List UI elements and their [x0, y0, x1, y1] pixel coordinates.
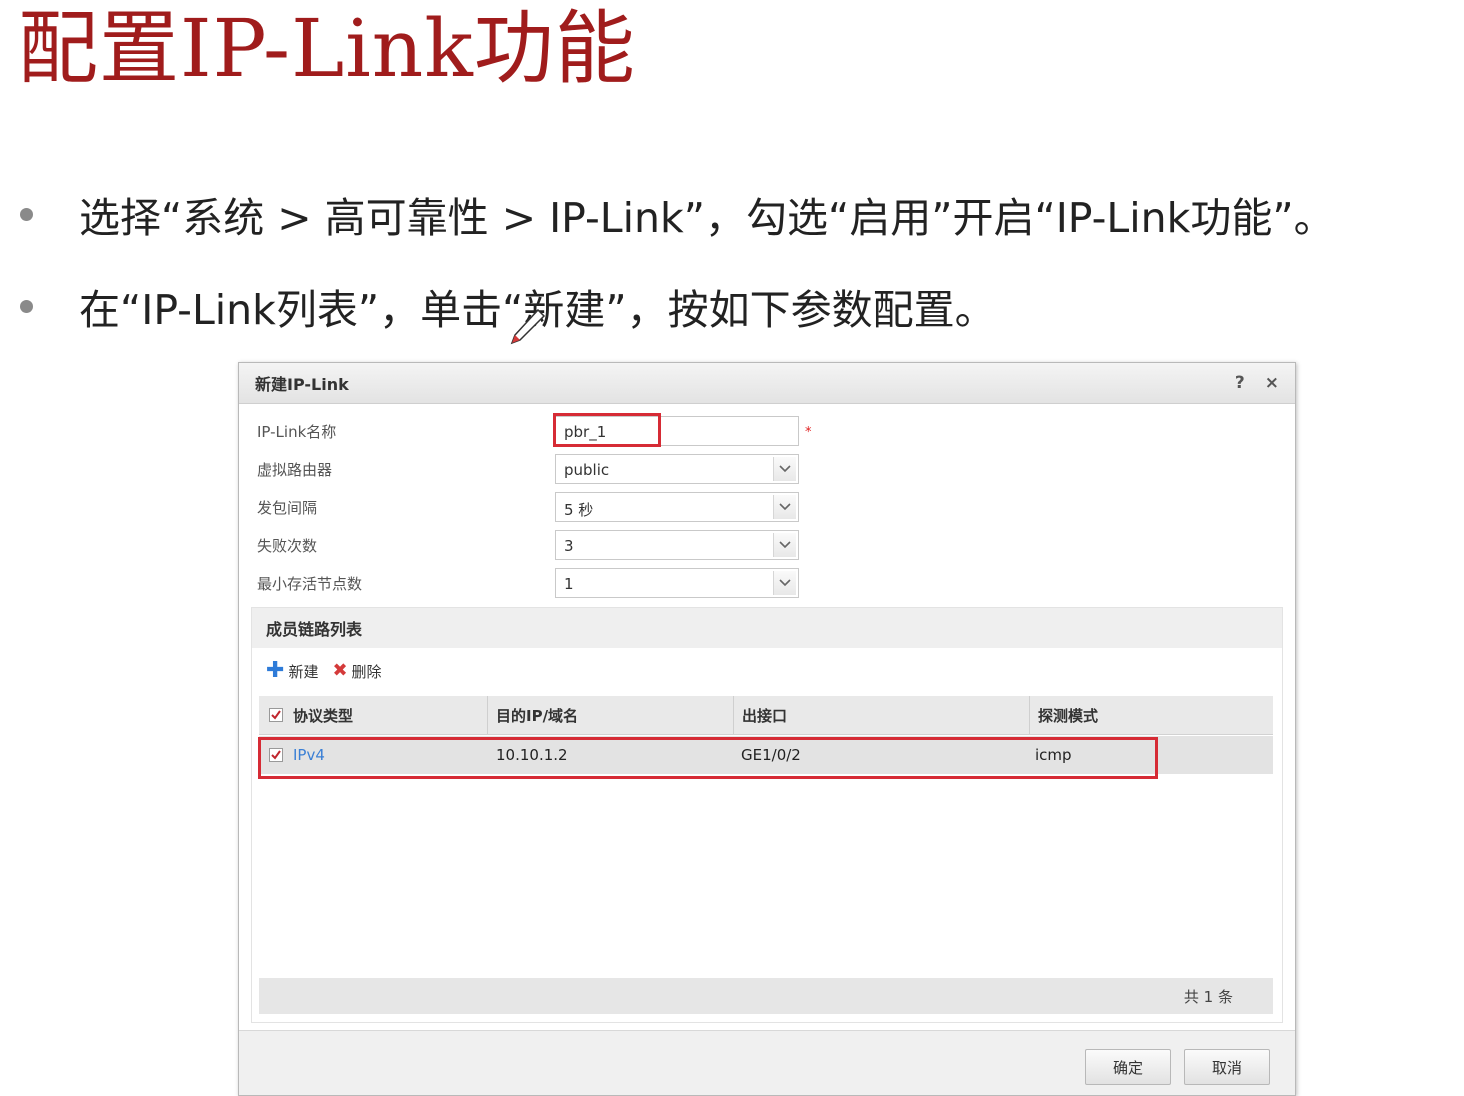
pen-cursor-icon [510, 308, 546, 345]
field-label: 虚拟路由器 [257, 461, 333, 479]
new-ip-link-dialog: 新建IP-Link ? × IP-Link名称 pbr_1 * 虚拟路由器 pu… [238, 362, 1296, 1096]
field-row-vrouter: 虚拟路由器 public [257, 451, 1277, 485]
field-label: 最小存活节点数 [257, 575, 363, 593]
bullet-text: 选择“系统 > 高可靠性 > IP-Link”，勾选“启用”开启“IP-Link… [79, 194, 1335, 242]
cancel-button[interactable]: 取消 [1184, 1049, 1270, 1085]
field-row-interval: 发包间隔 5 秒 [257, 489, 1277, 523]
min-alive-nodes-select[interactable]: 1 [555, 568, 799, 598]
required-mark: * [805, 425, 812, 440]
members-title: 成员链路列表 [252, 608, 1282, 648]
send-interval-select[interactable]: 5 秒 [555, 492, 799, 522]
field-label: 发包间隔 [257, 499, 318, 517]
failure-count-select[interactable]: 3 [555, 530, 799, 560]
table-footer: 共 1 条 [259, 978, 1273, 1014]
field-label: IP-Link名称 [257, 423, 337, 441]
select-all-checkbox[interactable] [269, 708, 283, 722]
virtual-router-select[interactable]: public [555, 454, 799, 484]
members-table-header: 协议类型 目的IP/域名 出接口 探测模式 [259, 696, 1273, 735]
total-count: 共 1 条 [1183, 987, 1233, 1006]
dialog-title: 新建IP-Link [255, 375, 349, 394]
help-icon[interactable]: ? [1235, 373, 1245, 393]
chevron-down-icon[interactable] [773, 457, 796, 481]
delete-member-button[interactable]: ✖ 删除 [332, 661, 381, 682]
dialog-footer: 确定 取消 [239, 1030, 1295, 1095]
field-row-failures: 失败次数 3 [257, 527, 1277, 561]
chevron-down-icon[interactable] [773, 495, 796, 519]
header-dest[interactable]: 目的IP/域名 [487, 696, 732, 734]
header-mode[interactable]: 探测模式 [1029, 696, 1278, 734]
add-member-button[interactable]: ✚ 新建 [266, 658, 318, 683]
delete-icon: ✖ [332, 660, 348, 681]
header-interface[interactable]: 出接口 [733, 696, 1028, 734]
plus-icon: ✚ [266, 658, 285, 683]
header-protocol: 协议类型 [269, 696, 353, 734]
bullet-item: 选择“系统 > 高可靠性 > IP-Link”，勾选“启用”开启“IP-Link… [20, 184, 1335, 244]
ok-button[interactable]: 确定 [1085, 1049, 1171, 1085]
close-icon[interactable]: × [1265, 373, 1279, 393]
field-row-name: IP-Link名称 pbr_1 * [257, 413, 1277, 447]
chevron-down-icon[interactable] [773, 571, 796, 595]
slide-title: 配置IP-Link功能 [18, 2, 636, 95]
dialog-header: 新建IP-Link ? × [239, 363, 1295, 404]
field-label: 失败次数 [257, 537, 318, 555]
bullet-dot [20, 299, 33, 313]
highlight-row-box [258, 737, 1158, 779]
highlight-name-box [553, 413, 661, 447]
member-links-panel: 成员链路列表 ✚ 新建 ✖ 删除 协议类型 目的IP/域名 出接口 探测模式 I [251, 607, 1283, 1023]
field-row-min-nodes: 最小存活节点数 1 [257, 565, 1277, 599]
bullet-dot [20, 207, 33, 221]
chevron-down-icon[interactable] [773, 533, 796, 557]
members-toolbar: ✚ 新建 ✖ 删除 [252, 648, 1282, 694]
